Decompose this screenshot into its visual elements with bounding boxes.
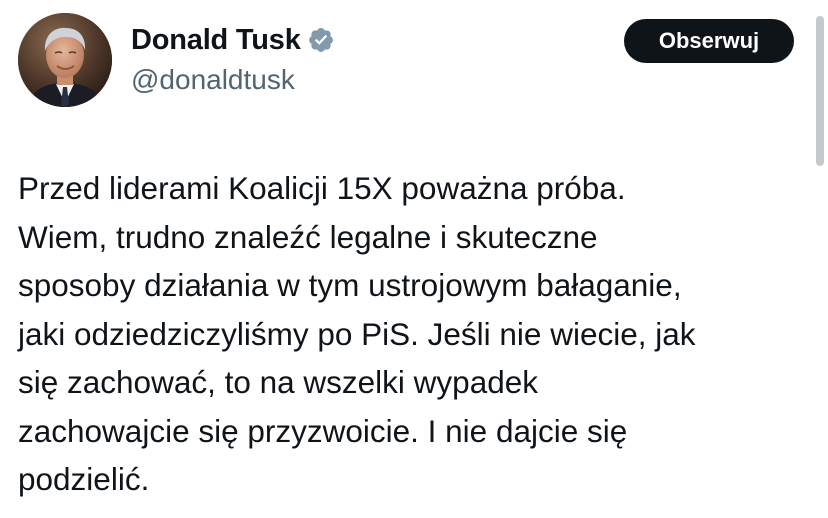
tweet-text: Przed liderami Koalicji 15X poważna prób… [18, 164, 808, 504]
tweet-text-line: zachowajcie się przyzwoicie. I nie dajci… [18, 412, 628, 449]
author-name-row: Donald Tusk [131, 20, 335, 60]
tweet-text-line: się zachować, to na wszelki wypadek [18, 364, 538, 400]
tweet-text-line: Wiem, trudno znaleźć legalne i skuteczne [18, 218, 598, 255]
avatar-photo [18, 13, 112, 107]
tweet-text-line: podzielić. [18, 461, 150, 497]
tweet-text-line: sposoby działania w tym ustrojowym bałag… [18, 267, 682, 303]
tweet-text-line: Przed liderami Koalicji 15X poważna prób… [18, 170, 626, 206]
scrollbar-track[interactable] [812, 0, 828, 518]
verified-badge-icon [307, 26, 335, 54]
author-handle[interactable]: @donaldtusk [131, 62, 295, 98]
follow-button[interactable]: Obserwuj [624, 19, 794, 63]
tweet-text-line: jaki odziedziczyliśmy po PiS. Jeśli nie … [18, 315, 696, 352]
avatar[interactable] [18, 13, 112, 107]
author-display-name[interactable]: Donald Tusk [131, 20, 301, 60]
scrollbar-thumb[interactable] [816, 16, 824, 166]
